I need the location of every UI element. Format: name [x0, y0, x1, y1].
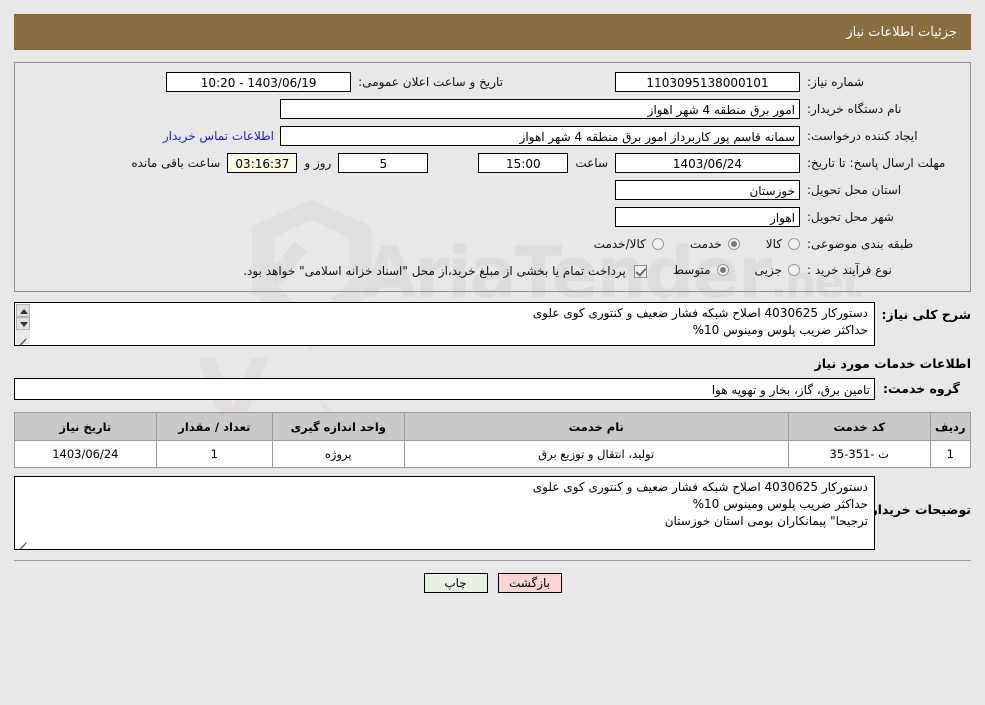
page-title-bar: جزئیات اطلاعات نیاز: [14, 14, 971, 50]
need-summary-panel: شماره نیاز: 1103095138000101 تاریخ و ساع…: [14, 62, 971, 292]
buyer-notes-textarea[interactable]: دستورکار 4030625 اصلاح شبکه فشار ضعیف و …: [14, 476, 875, 550]
general-description-textarea[interactable]: دستورکار 4030625 اصلاح شبکه فشار ضعیف و …: [14, 302, 875, 346]
buyer-contact-link[interactable]: اطلاعات تماس خریدار: [157, 129, 280, 143]
buyer-org-label: نام دستگاه خریدار:: [807, 102, 902, 116]
category-option-kala[interactable]: کالا: [766, 237, 800, 251]
back-button[interactable]: بازگشت: [497, 573, 562, 593]
deadline-label: مهلت ارسال پاسخ: تا تاریخ:: [807, 156, 946, 170]
cell-service-code: ت -351-35: [787, 440, 931, 468]
page-title: جزئیات اطلاعات نیاز: [846, 24, 957, 40]
scroll-up-arrow-icon[interactable]: [16, 304, 30, 317]
table-row: 1 ت -351-35 تولید، انتقال و توزیع برق پر…: [14, 440, 972, 468]
treasury-docs-checkbox-icon[interactable]: [633, 264, 647, 278]
requester-value: سمانه قاسم پور کاربرداز امور برق منطقه 4…: [280, 126, 800, 146]
row-province: استان محل تحویل: خوزستان: [25, 179, 960, 201]
print-button[interactable]: چاپ: [423, 573, 488, 593]
category-label: طبقه بندی موضوعی:: [807, 237, 914, 251]
col-radif: ردیف: [929, 412, 972, 441]
cell-quantity: 1: [155, 440, 274, 468]
buyer-org-value: امور برق منطقه 4 شهر اهواز: [280, 99, 800, 119]
deadline-date-value: 1403/06/24: [615, 153, 800, 173]
need-number-value: 1103095138000101: [615, 72, 800, 92]
category-option-khedmat[interactable]: خدمت: [690, 237, 740, 251]
category-option-kala-label: کالا: [765, 237, 782, 251]
action-buttons: بازگشت چاپ: [0, 573, 985, 593]
service-group-row: گروه خدمت: تامین برق، گاز، بخار و تهویه …: [14, 378, 971, 400]
row-buyer-org: نام دستگاه خریدار: امور برق منطقه 4 شهر …: [25, 98, 960, 120]
col-need-date: تاریخ نیاز: [14, 412, 157, 441]
radio-khedmat-icon[interactable]: [727, 238, 740, 250]
category-option-kala-khedmat[interactable]: کالا/خدمت: [594, 237, 664, 251]
scroll-down-arrow-icon[interactable]: [16, 317, 30, 330]
service-group-label: گروه خدمت:: [883, 381, 960, 396]
province-value: خوزستان: [615, 180, 800, 200]
process-label: نوع فرآیند خرید :: [807, 263, 892, 277]
services-section-heading: اطلاعات خدمات مورد نیاز: [814, 356, 972, 371]
resize-grip-icon[interactable]: [17, 335, 26, 344]
deadline-time-value: 15:00: [478, 153, 569, 173]
row-category: طبقه بندی موضوعی: کالا خدمت کالا/خدمت: [25, 233, 960, 255]
radio-kala-khedmat-icon[interactable]: [651, 238, 664, 250]
public-announce-label: تاریخ و ساعت اعلان عمومی:: [358, 75, 503, 89]
province-label: استان محل تحویل:: [807, 183, 902, 197]
process-option-jozee-label: جزیی: [754, 263, 782, 277]
process-option-jozee[interactable]: جزیی: [755, 263, 800, 277]
radio-motavaset-icon[interactable]: [716, 264, 729, 276]
resize-grip-icon[interactable]: [17, 539, 26, 548]
days-word-label: روز و: [304, 156, 332, 170]
bottom-divider: [14, 560, 971, 561]
hour-label: ساعت: [575, 156, 608, 170]
time-left-suffix-label: ساعت باقی مانده: [131, 156, 221, 170]
need-number-label: شماره نیاز:: [807, 75, 864, 89]
cell-radif: 1: [929, 440, 972, 468]
treasury-docs-checkbox-row[interactable]: پرداخت تمام یا بخشی از مبلغ خرید،از محل …: [243, 264, 647, 278]
process-option-motavaset[interactable]: متوسط: [673, 263, 729, 277]
row-process: نوع فرآیند خرید : جزیی متوسط پرداخت تمام…: [25, 259, 960, 281]
days-left-value: 5: [338, 153, 429, 173]
row-deadline: مهلت ارسال پاسخ: تا تاریخ: 1403/06/24 سا…: [25, 152, 960, 174]
row-city: شهر محل تحویل: اهواز: [25, 206, 960, 228]
city-value: اهواز: [615, 207, 800, 227]
cell-unit: پروژه: [272, 440, 405, 468]
buyer-notes-label: توضیحات خریدار:: [865, 502, 971, 517]
table-header-row: ردیف کد خدمت نام خدمت واحد اندازه گیری ت…: [14, 412, 972, 441]
public-announce-value: 1403/06/19 - 10:20: [166, 72, 352, 92]
category-option-khedmat-label: خدمت: [689, 237, 722, 251]
general-description-label: شرح کلی نیاز:: [881, 307, 971, 322]
radio-jozee-icon[interactable]: [788, 264, 800, 276]
col-service-name: نام خدمت: [403, 412, 789, 441]
cell-need-date: 1403/06/24: [14, 440, 157, 468]
col-unit: واحد اندازه گیری: [272, 412, 405, 441]
cell-service-name: تولید، انتقال و توزیع برق: [403, 440, 789, 468]
col-quantity: تعداد / مقدار: [155, 412, 274, 441]
time-left-value: 03:16:37: [227, 153, 298, 173]
col-service-code: کد خدمت: [787, 412, 931, 441]
row-requester: ایجاد کننده درخواست: سمانه قاسم پور کارب…: [25, 125, 960, 147]
service-group-value: تامین برق، گاز، بخار و تهویه هوا: [14, 378, 875, 400]
radio-kala-icon[interactable]: [788, 238, 800, 250]
treasury-docs-text: پرداخت تمام یا بخشی از مبلغ خرید،از محل …: [243, 264, 626, 278]
general-description-row: شرح کلی نیاز: دستورکار 4030625 اصلاح شبک…: [14, 302, 971, 346]
services-table: ردیف کد خدمت نام خدمت واحد اندازه گیری ت…: [14, 412, 972, 468]
requester-label: ایجاد کننده درخواست:: [807, 129, 918, 143]
buyer-notes-row: توضیحات خریدار: دستورکار 4030625 اصلاح ش…: [14, 476, 971, 550]
process-option-motavaset-label: متوسط: [672, 263, 711, 277]
row-need-number: شماره نیاز: 1103095138000101 تاریخ و ساع…: [25, 71, 960, 93]
city-label: شهر محل تحویل:: [807, 210, 894, 224]
category-option-kala-khedmat-label: کالا/خدمت: [593, 237, 646, 251]
